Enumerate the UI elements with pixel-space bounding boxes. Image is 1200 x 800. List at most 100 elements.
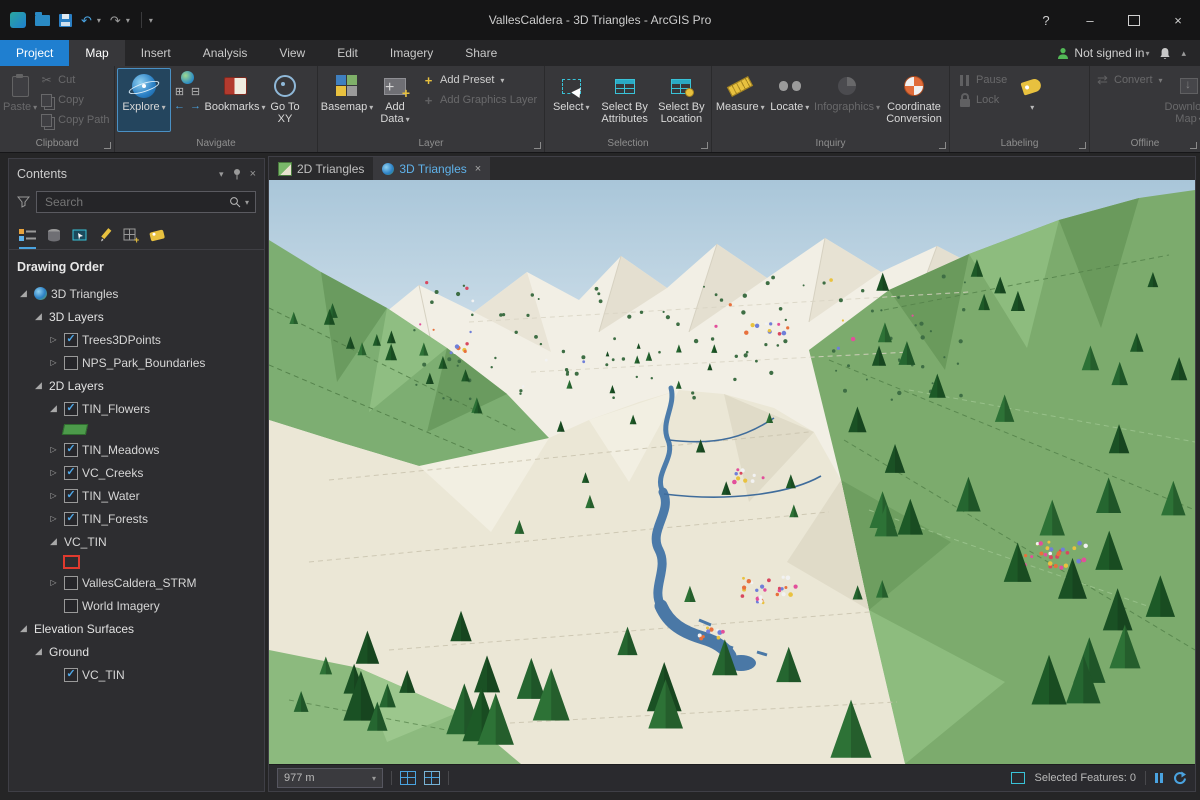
bookmarks-button[interactable]: Bookmarks [205,69,265,131]
list-by-snapping-tab[interactable]: + [123,228,139,249]
copy-button[interactable]: Copy [39,91,109,109]
dialog-launcher-icon[interactable] [701,142,708,149]
layer-item-tin-water[interactable]: ▷TIN_Water [9,484,264,507]
layer-visibility-checkbox[interactable] [64,489,78,503]
layer-visibility-checkbox[interactable] [64,333,78,347]
layer-item-vc-creeks[interactable]: ▷VC_Creeks [9,461,264,484]
undo-icon[interactable]: ↶ [81,14,92,27]
tab-view[interactable]: View [263,40,321,66]
search-input[interactable] [43,194,229,210]
layer-visibility-checkbox[interactable] [64,356,78,370]
tab-insert[interactable]: Insert [125,40,187,66]
layer-legend-row[interactable] [9,420,264,438]
paste-button[interactable]: Paste [3,69,37,131]
locate-button[interactable]: Locate [767,69,812,131]
undo-caret-icon[interactable]: ▾ [97,16,101,25]
sign-in-control[interactable]: Not signed in ▾ [1057,46,1149,60]
collapse-icon[interactable]: ◢ [32,646,45,657]
basemap-button[interactable]: Basemap [321,69,373,131]
search-options-caret-icon[interactable]: ▾ [245,198,249,207]
layer-visibility-checkbox[interactable] [64,576,78,590]
close-pane-icon[interactable]: × [250,168,256,180]
scale-dropdown[interactable]: 977 m ▾ [277,768,383,788]
copy-path-button[interactable]: Copy Path [39,111,109,129]
view-tab-3d-triangles[interactable]: 3D Triangles × [373,157,490,180]
layer-item-vc-tin[interactable]: ◢VC_TIN [9,530,264,553]
select-by-attributes-button[interactable]: Select By Attributes [597,69,653,131]
dialog-launcher-icon[interactable] [1190,142,1197,149]
select-button[interactable]: Select [548,69,595,131]
pane-options-caret-icon[interactable]: ▾ [219,169,224,180]
layer-visibility-checkbox[interactable] [64,512,78,526]
fixed-zoom-in-icon[interactable]: ⊞ [172,86,187,99]
layer-item-vc-tin[interactable]: VC_TIN [9,663,264,686]
minimize-button[interactable]: – [1068,0,1112,40]
dialog-launcher-icon[interactable] [1079,142,1086,149]
dialog-launcher-icon[interactable] [104,142,111,149]
tab-map[interactable]: Map [69,40,124,66]
dialog-launcher-icon[interactable] [534,142,541,149]
collapse-icon[interactable]: ◢ [32,380,45,391]
add-graphics-layer-button[interactable]: +Add Graphics Layer [421,91,537,109]
layer-item-tin-flowers[interactable]: ◢TIN_Flowers [9,397,264,420]
collapse-icon[interactable]: ◢ [17,288,30,299]
tab-imagery[interactable]: Imagery [374,40,449,66]
measure-button[interactable]: Measure [715,69,765,131]
collapse-icon[interactable]: ◢ [17,623,30,634]
collapse-ribbon-icon[interactable]: ▴ [1181,48,1186,59]
layer-item-tin-meadows[interactable]: ▷TIN_Meadows [9,438,264,461]
coordinates-display-icon[interactable] [424,771,440,785]
view-tab-2d-triangles[interactable]: 2D Triangles [269,157,373,180]
tab-share[interactable]: Share [449,40,513,66]
cut-button[interactable]: ✂Cut [39,71,109,89]
expand-icon[interactable]: ▷ [47,491,60,500]
go-to-xy-button[interactable]: Go To XY [267,69,303,131]
expand-icon[interactable]: ▷ [47,335,60,344]
search-icon[interactable] [229,196,241,208]
layer-visibility-checkbox[interactable] [64,668,78,682]
dialog-launcher-icon[interactable] [939,142,946,149]
list-by-data-source-tab[interactable] [46,228,62,249]
close-button[interactable]: × [1156,0,1200,40]
search-box[interactable]: ▾ [36,191,256,213]
maximize-button[interactable] [1112,0,1156,40]
layer-item-trees3dpoints[interactable]: ▷Trees3DPoints [9,328,264,351]
list-by-drawing-order-tab[interactable] [19,228,36,249]
select-by-location-button[interactable]: Select By Location [655,69,708,131]
next-extent-icon[interactable]: → [188,100,203,113]
help-button[interactable]: ? [1024,0,1068,40]
layer-visibility-checkbox[interactable] [64,466,78,480]
collapse-icon[interactable]: ◢ [47,403,60,414]
layer-item-3d-layers[interactable]: ◢3D Layers [9,305,264,328]
redo-caret-icon[interactable]: ▾ [126,16,130,25]
layer-item-ground[interactable]: ◢Ground [9,640,264,663]
layer-item-nps-park-boundaries[interactable]: ▷NPS_Park_Boundaries [9,351,264,374]
tab-project[interactable]: Project [0,40,69,66]
layer-visibility-checkbox[interactable] [64,443,78,457]
coordinate-conversion-button[interactable]: Coordinate Conversion [882,69,946,131]
layer-item-tin-forests[interactable]: ▷TIN_Forests [9,507,264,530]
layer-item-3d-triangles[interactable]: ◢3D Triangles [9,282,264,305]
fixed-zoom-out-icon[interactable]: ⊟ [188,86,203,99]
collapse-icon[interactable]: ◢ [32,311,45,322]
tab-analysis[interactable]: Analysis [187,40,264,66]
label-toggle-button[interactable] [1009,69,1053,131]
list-by-editing-tab[interactable] [98,228,113,249]
layer-legend-row[interactable] [9,553,264,571]
save-project-icon[interactable] [59,14,72,27]
pause-drawing-icon[interactable] [1155,773,1163,783]
filter-funnel-icon[interactable] [17,196,30,208]
grid-toggle-icon[interactable] [400,771,416,785]
expand-icon[interactable]: ▷ [47,514,60,523]
layer-item-vallescaldera-strm[interactable]: ▷VallesCaldera_STRM [9,571,264,594]
layer-item-2d-layers[interactable]: ◢2D Layers [9,374,264,397]
list-by-selection-tab[interactable] [72,228,88,249]
list-by-labeling-tab[interactable] [149,228,167,249]
add-data-button[interactable]: + Add Data [375,69,415,131]
full-extent-icon[interactable] [181,71,194,84]
add-preset-button[interactable]: +Add Preset [421,71,537,89]
expand-icon[interactable]: ▷ [47,445,60,454]
notifications-bell-icon[interactable] [1159,47,1171,60]
layer-legend-swatch[interactable] [62,424,88,435]
customize-toolbar-icon[interactable]: ▾ [149,16,153,25]
